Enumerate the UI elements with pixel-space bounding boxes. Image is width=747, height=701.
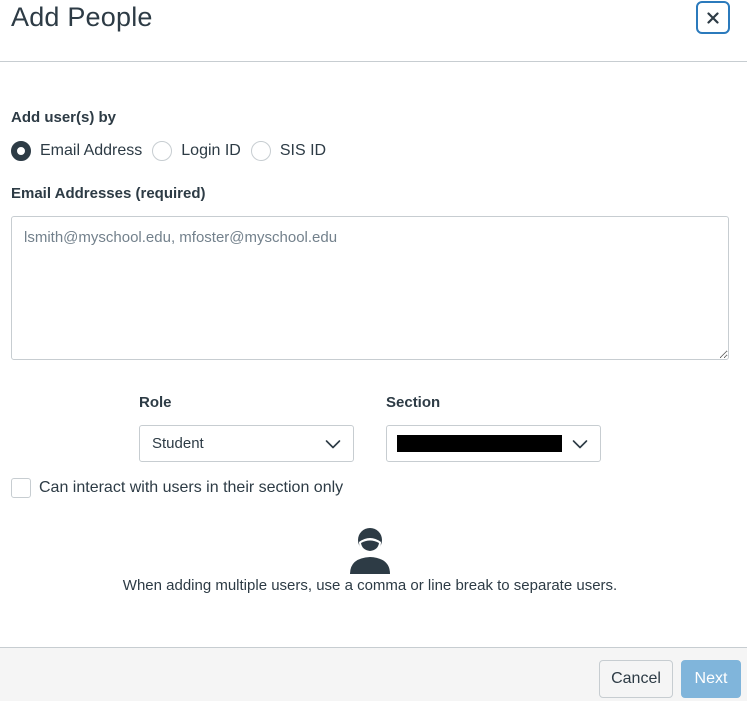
section-label: Section [386,394,441,411]
radio-label-sis: SIS ID [279,142,327,159]
email-addresses-label: Email Addresses (required) [11,185,206,202]
radio-sis-id[interactable]: SIS ID [250,141,327,161]
person-icon [350,528,390,574]
section-only-label: Can interact with users in their section… [39,479,344,496]
email-addresses-textarea[interactable] [11,216,729,360]
close-icon [707,11,719,24]
dialog-footer: Cancel Next [0,647,747,701]
dialog-header: Add People [0,0,747,62]
next-button[interactable]: Next [681,660,741,698]
radio-label-login: Login ID [181,142,241,159]
radio-login-id[interactable]: Login ID [152,141,241,161]
section-only-checkbox[interactable] [11,478,31,498]
redacted-section-value [397,435,562,452]
section-select[interactable] [386,425,601,462]
cancel-button[interactable]: Cancel [599,660,673,698]
section-only-checkbox-row[interactable]: Can interact with users in their section… [11,478,343,498]
close-button[interactable] [696,1,730,34]
role-select-value: Student [152,435,204,452]
add-by-label: Add user(s) by [11,109,117,126]
radio-label-email: Email Address [40,142,143,159]
radio-button-checked[interactable] [11,141,31,161]
add-by-radio-group: Email Address Login ID SIS ID [11,139,336,163]
radio-button[interactable] [250,141,271,161]
radio-button[interactable] [152,141,173,161]
role-select[interactable]: Student [139,425,354,462]
radio-email-address[interactable]: Email Address [11,141,142,161]
add-people-dialog: Add People Add user(s) by Email Address … [0,0,747,701]
role-label: Role [139,394,172,411]
chevron-down-icon [325,440,341,449]
chevron-down-icon [572,440,588,449]
dialog-title: Add People [11,2,153,32]
multiple-users-hint: When adding multiple users, use a comma … [122,577,618,594]
